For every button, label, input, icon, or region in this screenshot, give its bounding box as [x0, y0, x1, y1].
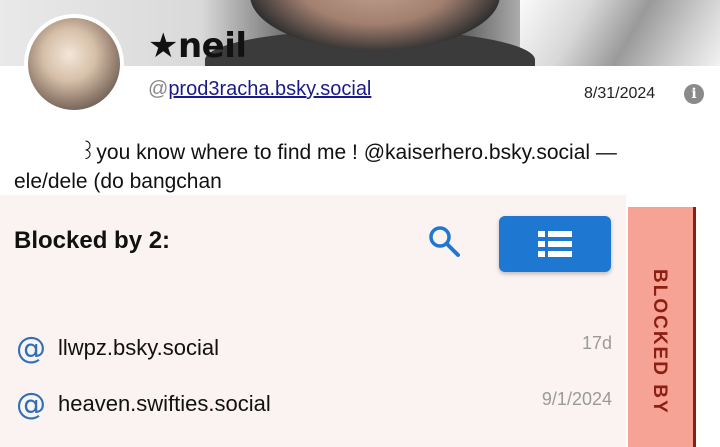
info-icon[interactable]: i — [684, 84, 704, 104]
at-icon: @ — [16, 387, 46, 422]
blocked-by-tab[interactable]: BLOCKED BY — [628, 207, 696, 447]
blocked-by-tab-label: BLOCKED BY — [649, 269, 670, 415]
handle-link[interactable]: prod3racha.bsky.social — [168, 78, 371, 100]
handle-prefix: @ — [148, 78, 169, 100]
banner-photo-right — [520, 0, 720, 66]
blocked-by-panel: Blocked by 2: @ llwpz.bsky.social 17d @ … — [0, 195, 626, 447]
list-item-time: 17d — [581, 333, 612, 353]
list-view-button[interactable] — [499, 216, 611, 272]
panel-title: Blocked by 2: — [14, 227, 171, 254]
list-icon — [538, 231, 572, 257]
list-item-handle[interactable]: llwpz.bsky.social — [58, 335, 219, 361]
display-name: ★neil — [148, 26, 247, 66]
profile-bio: ꒱you know where to find me ! @kaiserhero… — [14, 138, 714, 196]
side-tab-area: BLOCKED BY — [626, 195, 720, 447]
avatar[interactable] — [24, 14, 124, 114]
list-item[interactable]: @ llwpz.bsky.social 17d — [16, 329, 612, 369]
at-icon: @ — [16, 331, 46, 366]
list-item-time: 9/1/2024 — [541, 389, 612, 409]
profile-handle: @prod3racha.bsky.social — [148, 78, 371, 101]
list-item[interactable]: @ heaven.swifties.social 9/1/2024 — [16, 385, 612, 425]
list-item-handle[interactable]: heaven.swifties.social — [58, 391, 271, 417]
bio-line-2: ele/dele (do bangchan — [14, 170, 222, 193]
profile-date: 8/31/2024 — [584, 85, 656, 102]
search-icon[interactable] — [426, 223, 462, 259]
bio-line-1: ꒱you know where to find me ! @kaiserhero… — [80, 141, 617, 164]
avatar-image — [28, 18, 120, 110]
